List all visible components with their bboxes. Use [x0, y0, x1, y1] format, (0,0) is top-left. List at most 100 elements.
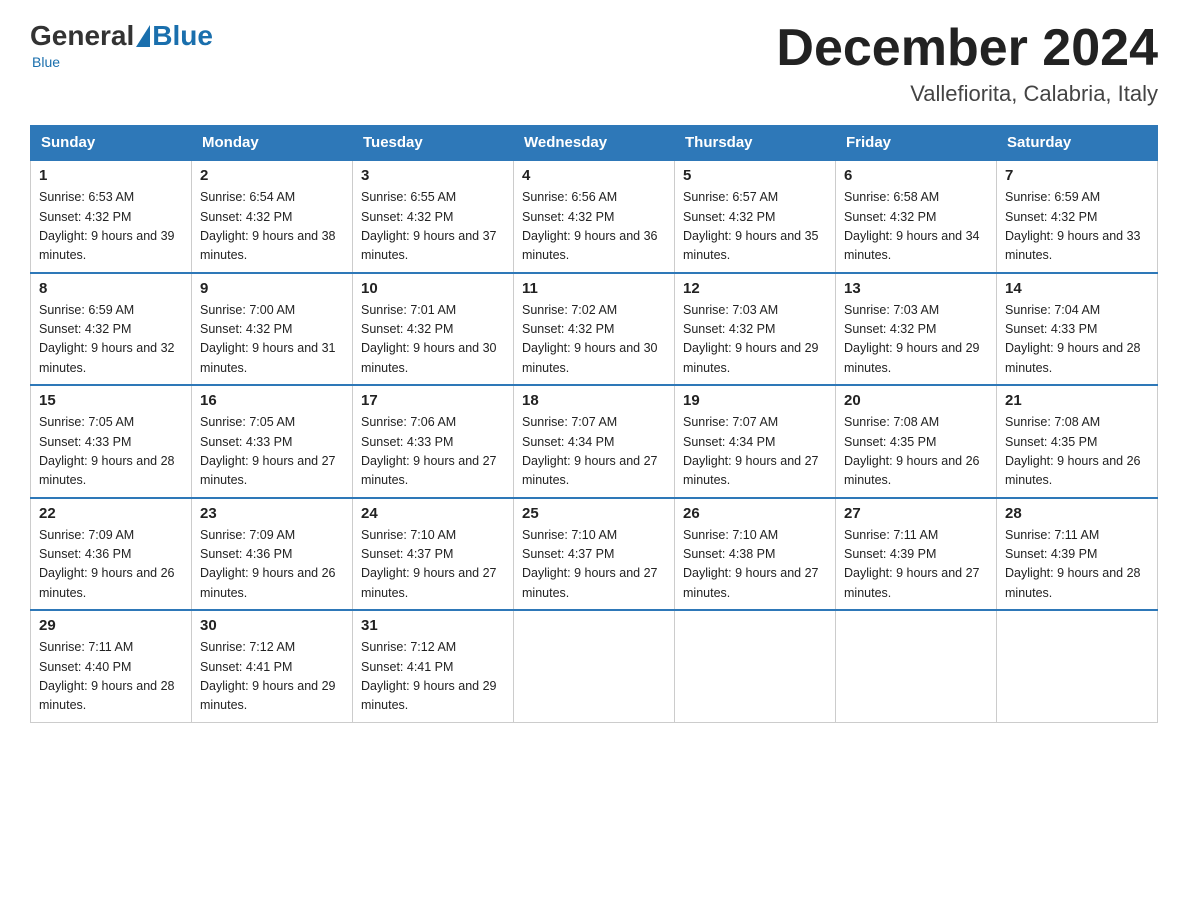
calendar-cell: 12Sunrise: 7:03 AMSunset: 4:32 PMDayligh… — [675, 273, 836, 386]
day-number: 11 — [522, 280, 666, 297]
day-number: 26 — [683, 505, 827, 522]
calendar-cell: 7 Sunrise: 6:59 AMSunset: 4:32 PMDaylight… — [997, 160, 1158, 273]
day-info: Sunrise: 6:54 AMSunset: 4:32 PMDaylight:… — [200, 188, 344, 266]
day-number: 12 — [683, 280, 827, 297]
day-info: Sunrise: 7:01 AMSunset: 4:32 PMDaylight:… — [361, 301, 505, 379]
day-number: 19 — [683, 392, 827, 409]
day-number: 15 — [39, 392, 183, 409]
calendar-table: SundayMondayTuesdayWednesdayThursdayFrid… — [30, 125, 1158, 723]
day-info: Sunrise: 7:10 AMSunset: 4:37 PMDaylight:… — [361, 526, 505, 604]
calendar-cell: 30 Sunrise: 7:12 AMSunset: 4:41 PMDayligh… — [192, 610, 353, 722]
calendar-week-4: 22 Sunrise: 7:09 AMSunset: 4:36 PMDayligh… — [31, 498, 1158, 611]
day-number: 7 — [1005, 167, 1149, 184]
calendar-cell: 3 Sunrise: 6:55 AMSunset: 4:32 PMDaylight… — [353, 160, 514, 273]
day-number: 2 — [200, 167, 344, 184]
day-info: Sunrise: 6:56 AMSunset: 4:32 PMDaylight:… — [522, 188, 666, 266]
day-number: 21 — [1005, 392, 1149, 409]
day-info: Sunrise: 7:07 AMSunset: 4:34 PMDaylight:… — [683, 413, 827, 491]
day-number: 30 — [200, 617, 344, 634]
day-number: 13 — [844, 280, 988, 297]
calendar-cell: 21 Sunrise: 7:08 AMSunset: 4:35 PMDayligh… — [997, 385, 1158, 498]
calendar-header-tuesday: Tuesday — [353, 126, 514, 161]
logo-tagline: Blue — [32, 54, 60, 70]
day-info: Sunrise: 7:10 AMSunset: 4:37 PMDaylight:… — [522, 526, 666, 604]
day-number: 24 — [361, 505, 505, 522]
calendar-cell: 10 Sunrise: 7:01 AMSunset: 4:32 PMDayligh… — [353, 273, 514, 386]
calendar-cell — [514, 610, 675, 722]
logo-text: General Blue — [30, 20, 213, 52]
day-info: Sunrise: 7:09 AMSunset: 4:36 PMDaylight:… — [200, 526, 344, 604]
day-number: 10 — [361, 280, 505, 297]
calendar-cell: 8 Sunrise: 6:59 AMSunset: 4:32 PMDaylight… — [31, 273, 192, 386]
calendar-cell — [675, 610, 836, 722]
calendar-header-sunday: Sunday — [31, 126, 192, 161]
calendar-cell: 16Sunrise: 7:05 AMSunset: 4:33 PMDayligh… — [192, 385, 353, 498]
day-info: Sunrise: 6:59 AMSunset: 4:32 PMDaylight:… — [39, 301, 183, 379]
calendar-cell: 29Sunrise: 7:11 AMSunset: 4:40 PMDayligh… — [31, 610, 192, 722]
calendar-cell: 28Sunrise: 7:11 AMSunset: 4:39 PMDayligh… — [997, 498, 1158, 611]
day-info: Sunrise: 7:06 AMSunset: 4:33 PMDaylight:… — [361, 413, 505, 491]
day-info: Sunrise: 6:53 AMSunset: 4:32 PMDaylight:… — [39, 188, 183, 266]
day-info: Sunrise: 7:12 AMSunset: 4:41 PMDaylight:… — [200, 638, 344, 716]
day-number: 18 — [522, 392, 666, 409]
day-info: Sunrise: 7:02 AMSunset: 4:32 PMDaylight:… — [522, 301, 666, 379]
calendar-cell: 17 Sunrise: 7:06 AMSunset: 4:33 PMDayligh… — [353, 385, 514, 498]
day-number: 20 — [844, 392, 988, 409]
title-area: December 2024 Vallefiorita, Calabria, It… — [776, 20, 1158, 107]
day-info: Sunrise: 7:05 AMSunset: 4:33 PMDaylight:… — [200, 413, 344, 491]
day-number: 6 — [844, 167, 988, 184]
calendar-cell: 1 Sunrise: 6:53 AMSunset: 4:32 PMDaylight… — [31, 160, 192, 273]
calendar-cell: 13Sunrise: 7:03 AMSunset: 4:32 PMDayligh… — [836, 273, 997, 386]
day-number: 3 — [361, 167, 505, 184]
day-info: Sunrise: 7:11 AMSunset: 4:39 PMDaylight:… — [844, 526, 988, 604]
day-info: Sunrise: 6:58 AMSunset: 4:32 PMDaylight:… — [844, 188, 988, 266]
day-info: Sunrise: 7:10 AMSunset: 4:38 PMDaylight:… — [683, 526, 827, 604]
day-info: Sunrise: 7:05 AMSunset: 4:33 PMDaylight:… — [39, 413, 183, 491]
calendar-week-3: 15 Sunrise: 7:05 AMSunset: 4:33 PMDayligh… — [31, 385, 1158, 498]
page-header: General Blue Blue December 2024 Vallefior… — [30, 20, 1158, 107]
calendar-week-1: 1 Sunrise: 6:53 AMSunset: 4:32 PMDaylight… — [31, 160, 1158, 273]
day-number: 4 — [522, 167, 666, 184]
calendar-cell: 26 Sunrise: 7:10 AMSunset: 4:38 PMDayligh… — [675, 498, 836, 611]
day-number: 5 — [683, 167, 827, 184]
day-number: 14 — [1005, 280, 1149, 297]
calendar-cell: 9Sunrise: 7:00 AMSunset: 4:32 PMDaylight… — [192, 273, 353, 386]
calendar-header-saturday: Saturday — [997, 126, 1158, 161]
day-info: Sunrise: 7:04 AMSunset: 4:33 PMDaylight:… — [1005, 301, 1149, 379]
calendar-cell: 15 Sunrise: 7:05 AMSunset: 4:33 PMDayligh… — [31, 385, 192, 498]
calendar-cell — [836, 610, 997, 722]
calendar-cell: 22 Sunrise: 7:09 AMSunset: 4:36 PMDayligh… — [31, 498, 192, 611]
calendar-header-row: SundayMondayTuesdayWednesdayThursdayFrid… — [31, 126, 1158, 161]
calendar-header-monday: Monday — [192, 126, 353, 161]
day-info: Sunrise: 7:08 AMSunset: 4:35 PMDaylight:… — [1005, 413, 1149, 491]
day-number: 22 — [39, 505, 183, 522]
day-number: 1 — [39, 167, 183, 184]
day-number: 23 — [200, 505, 344, 522]
calendar-cell: 11 Sunrise: 7:02 AMSunset: 4:32 PMDayligh… — [514, 273, 675, 386]
day-info: Sunrise: 7:00 AMSunset: 4:32 PMDaylight:… — [200, 301, 344, 379]
month-title: December 2024 — [776, 20, 1158, 77]
calendar-header-wednesday: Wednesday — [514, 126, 675, 161]
day-info: Sunrise: 7:09 AMSunset: 4:36 PMDaylight:… — [39, 526, 183, 604]
calendar-cell: 31Sunrise: 7:12 AMSunset: 4:41 PMDayligh… — [353, 610, 514, 722]
day-info: Sunrise: 6:59 AMSunset: 4:32 PMDaylight:… — [1005, 188, 1149, 266]
day-number: 8 — [39, 280, 183, 297]
day-info: Sunrise: 6:57 AMSunset: 4:32 PMDaylight:… — [683, 188, 827, 266]
day-info: Sunrise: 7:08 AMSunset: 4:35 PMDaylight:… — [844, 413, 988, 491]
day-info: Sunrise: 7:12 AMSunset: 4:41 PMDaylight:… — [361, 638, 505, 716]
day-info: Sunrise: 7:11 AMSunset: 4:39 PMDaylight:… — [1005, 526, 1149, 604]
calendar-week-5: 29Sunrise: 7:11 AMSunset: 4:40 PMDayligh… — [31, 610, 1158, 722]
logo: General Blue Blue — [30, 20, 213, 70]
calendar-cell: 19 Sunrise: 7:07 AMSunset: 4:34 PMDayligh… — [675, 385, 836, 498]
logo-blue: Blue — [152, 20, 213, 52]
calendar-header-friday: Friday — [836, 126, 997, 161]
logo-general: General — [30, 20, 134, 52]
calendar-cell: 20 Sunrise: 7:08 AMSunset: 4:35 PMDayligh… — [836, 385, 997, 498]
calendar-cell: 25Sunrise: 7:10 AMSunset: 4:37 PMDayligh… — [514, 498, 675, 611]
day-info: Sunrise: 6:55 AMSunset: 4:32 PMDaylight:… — [361, 188, 505, 266]
day-number: 27 — [844, 505, 988, 522]
day-info: Sunrise: 7:07 AMSunset: 4:34 PMDaylight:… — [522, 413, 666, 491]
calendar-cell: 4 Sunrise: 6:56 AMSunset: 4:32 PMDaylight… — [514, 160, 675, 273]
calendar-header-thursday: Thursday — [675, 126, 836, 161]
day-number: 17 — [361, 392, 505, 409]
